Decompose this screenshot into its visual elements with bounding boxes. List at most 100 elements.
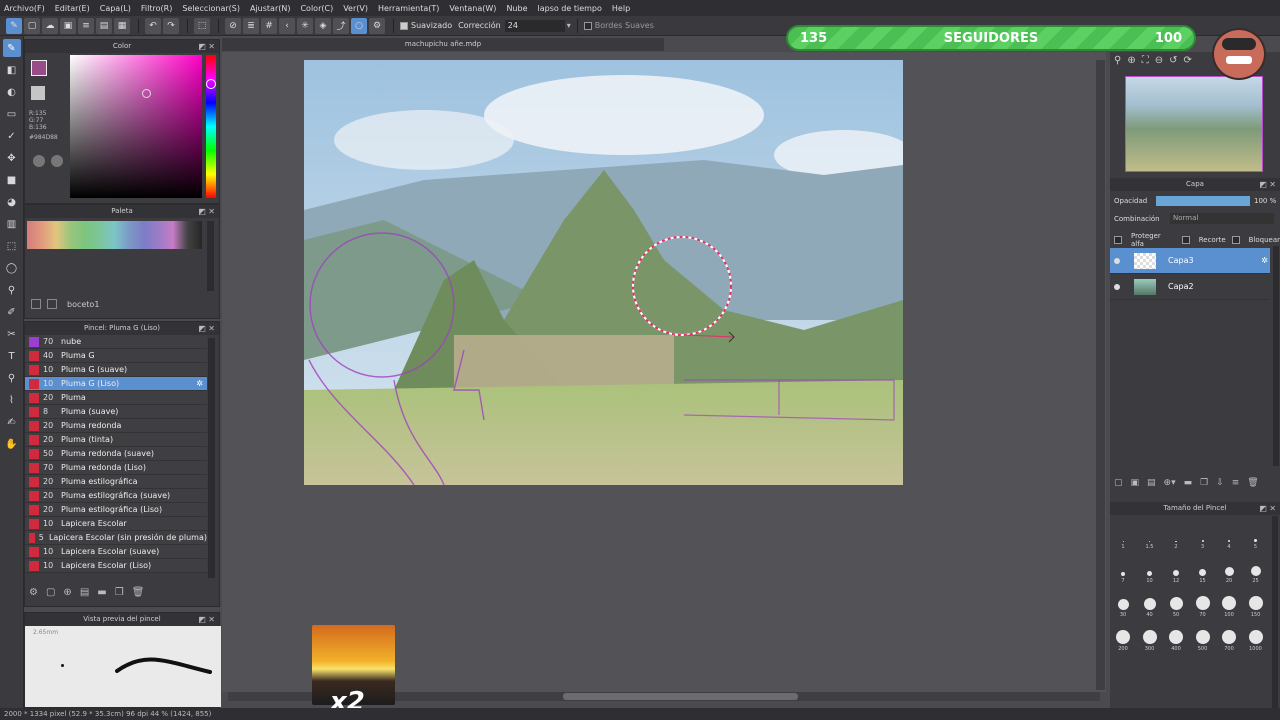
brush-mode-icon[interactable]: ✎ [6, 17, 22, 34]
layers-icon[interactable]: ≡ [78, 17, 94, 34]
palette-swatches[interactable] [27, 221, 202, 249]
brush-size-option[interactable]: 5 [1243, 516, 1269, 550]
open-folder-icon[interactable]: ▬ [97, 587, 106, 598]
text-tool-icon[interactable]: T [3, 347, 21, 365]
layer-delete-icon[interactable] [47, 299, 57, 309]
menu-item[interactable]: Help [612, 4, 630, 13]
color-settings-icon[interactable] [51, 155, 63, 167]
new-layer-icon[interactable]: ▢ [1114, 478, 1123, 488]
menu-item[interactable]: Herramienta(T) [378, 4, 439, 13]
brush-item[interactable]: 20 Pluma redonda [25, 419, 207, 433]
correction-input[interactable]: 24 [504, 19, 565, 32]
gradient-tool-icon[interactable]: ▥ [3, 215, 21, 233]
soft-edges-checkbox[interactable] [583, 21, 592, 30]
snap-settings-icon[interactable]: ⚙ [369, 17, 385, 34]
brush-size-option[interactable]: 12 [1163, 550, 1189, 584]
snap-off-icon[interactable]: ⊘ [225, 17, 241, 34]
canvas-vertical-scrollbar[interactable] [1096, 60, 1105, 690]
brush-settings-icon[interactable]: ⚙ [29, 587, 38, 598]
pen-tool-icon[interactable]: ✎ [2, 39, 21, 57]
navigator-fit-icon[interactable]: ⛶ [1142, 55, 1149, 66]
layer-row[interactable]: Capa2 [1110, 274, 1270, 300]
navigator-rotate-icon[interactable]: ⟳ [1184, 55, 1192, 66]
snap-circle-icon[interactable]: ○ [351, 17, 367, 34]
saturation-value-picker[interactable] [70, 55, 202, 198]
delete-layer-icon[interactable]: 🗑 [1247, 478, 1258, 488]
brush-size-option[interactable]: 30 [1110, 584, 1136, 618]
brush-item[interactable]: 70 Pluma redonda (Liso) [25, 461, 207, 475]
select-brush-icon[interactable]: ✐ [3, 303, 21, 321]
color-picker-handle[interactable] [142, 89, 151, 98]
new-file-icon[interactable]: ▢ [24, 17, 40, 34]
brush-size-option[interactable]: 40 [1137, 584, 1163, 618]
menu-item[interactable]: Filtro(R) [141, 4, 172, 13]
layer-visibility-icon[interactable] [1114, 257, 1120, 264]
layer-add-icon[interactable] [31, 299, 41, 309]
menu-item[interactable]: Color(C) [300, 4, 333, 13]
brush-item[interactable]: 20 Pluma (tinta) [25, 433, 207, 447]
brush-item[interactable]: 40 Pluma G [25, 349, 207, 363]
smooth-checkbox[interactable] [400, 21, 408, 30]
snap-3d-icon[interactable]: ◈ [315, 17, 331, 34]
filter-icon[interactable]: ▤ [96, 17, 112, 34]
brush-item[interactable]: 5 Lapicera Escolar (sin presión de pluma) [25, 531, 207, 545]
opacity-slider[interactable] [1156, 196, 1250, 206]
layer-list-scrollbar[interactable] [1273, 246, 1279, 466]
menu-item[interactable]: Archivo(F) [4, 4, 45, 13]
brush-size-option[interactable]: 10 [1137, 550, 1163, 584]
grid-icon[interactable]: ▦ [114, 17, 130, 34]
brush-folder-icon[interactable]: ▤ [80, 587, 89, 598]
smudge-tool-icon[interactable]: ✍ [3, 413, 21, 431]
primary-color-swatch[interactable] [31, 60, 47, 76]
lock-checkbox[interactable] [1231, 236, 1240, 244]
brush-size-option[interactable]: 7 [1110, 550, 1136, 584]
brush-size-option[interactable]: 2 [1163, 516, 1189, 550]
add-layer-menu-icon[interactable]: ⊕▾ [1164, 478, 1176, 488]
merge-down-icon[interactable]: ⇩ [1216, 478, 1224, 488]
bucket-tool-icon[interactable]: ◕ [3, 193, 21, 211]
brush-list-scrollbar[interactable] [208, 338, 215, 578]
menu-item[interactable]: Ventana(W) [449, 4, 496, 13]
hand-tool-icon[interactable]: ✋ [3, 435, 21, 453]
hue-slider[interactable] [206, 55, 216, 198]
rect-fill-icon[interactable]: ■ [3, 171, 21, 189]
navigator-zoom-icon[interactable]: ⚲ [1114, 55, 1121, 66]
lasso-tool-icon[interactable]: ◯ [3, 259, 21, 277]
new-halftone-layer-icon[interactable]: ▣ [1131, 478, 1140, 488]
undo-icon[interactable]: ↶ [145, 17, 161, 34]
brush-size-option[interactable]: 1.5 [1137, 516, 1163, 550]
magic-wand-icon[interactable]: ⚲ [3, 281, 21, 299]
palette-scrollbar[interactable] [207, 221, 214, 291]
menu-item[interactable]: Editar(E) [55, 4, 90, 13]
brush-size-option[interactable]: 500 [1190, 618, 1216, 652]
horizontal-scroll-thumb[interactable] [563, 693, 798, 700]
brush-size-option[interactable]: 15 [1190, 550, 1216, 584]
brush-item[interactable]: 8 Pluma (suave) [25, 405, 207, 419]
deselect-icon[interactable]: ⬚ [194, 17, 210, 34]
menu-item[interactable]: Nube [506, 4, 527, 13]
brush-size-option[interactable]: 50 [1163, 584, 1189, 618]
layer-visibility-icon[interactable] [1114, 283, 1120, 290]
shape-tool-icon[interactable]: ▭ [3, 105, 21, 123]
snap-curve-icon[interactable]: ⤴ [333, 17, 349, 34]
add-brush-icon[interactable]: ⊕ [63, 587, 71, 598]
brush-settings-gear-icon[interactable]: ✲ [196, 379, 203, 388]
brush-item[interactable]: 70 nube [25, 335, 207, 349]
color-mode-icon[interactable] [33, 155, 45, 167]
select-eraser-icon[interactable]: ✂ [3, 325, 21, 343]
eyedropper-tool-icon[interactable]: ⌇ [3, 391, 21, 409]
select-pen-icon[interactable]: ✓ [3, 127, 21, 145]
brush-size-option[interactable]: 20 [1216, 550, 1242, 584]
move-tool-icon[interactable]: ✥ [3, 149, 21, 167]
brush-size-scrollbar[interactable] [1272, 516, 1278, 716]
secondary-color-swatch[interactable] [31, 86, 45, 100]
snap-perspective-icon[interactable]: ‹ [279, 17, 295, 34]
snap-radial-icon[interactable]: ✳ [297, 17, 313, 34]
brush-size-option[interactable]: 200 [1110, 618, 1136, 652]
brush-size-option[interactable]: 100 [1216, 584, 1242, 618]
brush-size-option[interactable]: 150 [1243, 584, 1269, 618]
brush-item[interactable]: 10 Lapicera Escolar [25, 517, 207, 531]
brush-size-option[interactable]: 400 [1163, 618, 1189, 652]
brush-size-option[interactable]: 3 [1190, 516, 1216, 550]
brush-item[interactable]: 10 Lapicera Escolar (suave) [25, 545, 207, 559]
